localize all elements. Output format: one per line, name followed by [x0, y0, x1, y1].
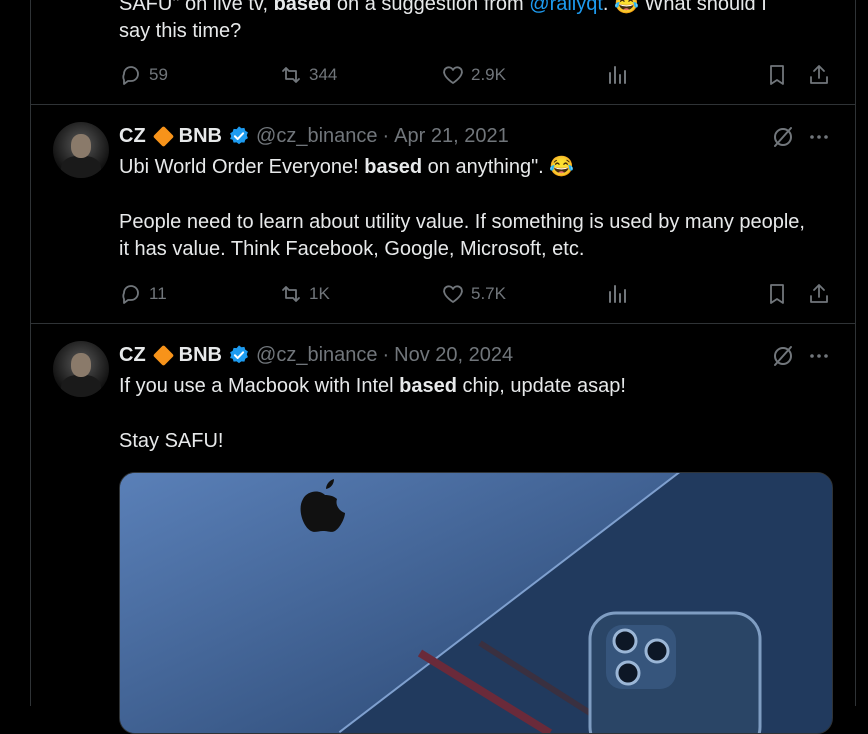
tweet-actions: 11 1K 5.7K	[119, 281, 833, 307]
like-button[interactable]: 2.9K	[441, 62, 506, 88]
macbook-iphone-photo	[120, 473, 832, 733]
more-options-icon[interactable]	[807, 344, 831, 368]
timeline-column: SAFU" on live tv, based on a suggestion …	[30, 0, 856, 734]
tweet-header: CZ BNB @cz_binance · Nov 20, 2024	[119, 341, 513, 369]
like-button[interactable]: 5.7K	[441, 281, 506, 307]
retweet-icon	[282, 286, 300, 302]
heart-icon	[443, 285, 463, 303]
views-icon	[609, 66, 626, 84]
share-button[interactable]	[807, 281, 831, 307]
diamond-emoji-icon	[152, 125, 174, 147]
reply-button[interactable]: 11	[119, 281, 167, 307]
tweet-actions: 59 344 2.9K	[119, 62, 833, 88]
share-icon	[810, 284, 828, 303]
verified-badge-icon	[230, 345, 248, 364]
retweet-count: 1K	[309, 284, 330, 303]
separator-dot: ·	[382, 124, 390, 147]
author-handle[interactable]: @cz_binance	[256, 125, 377, 148]
tweet-text: Ubi World Order Everyone! based on anyth…	[119, 156, 575, 178]
author-name[interactable]: CZ	[119, 344, 146, 367]
reply-button[interactable]: 59	[119, 62, 168, 88]
retweet-icon	[282, 67, 300, 83]
bookmark-icon	[770, 65, 784, 85]
like-count: 2.9K	[471, 65, 506, 84]
separator-dot: ·	[382, 343, 390, 366]
bookmark-button[interactable]	[765, 62, 789, 88]
views-icon	[609, 285, 626, 303]
tweet-header: CZ BNB @cz_binance · Apr 21, 2021	[119, 122, 509, 150]
grok-icon[interactable]	[771, 344, 795, 368]
tweet-media-image[interactable]	[119, 472, 833, 734]
avatar[interactable]	[53, 341, 109, 397]
retweet-button[interactable]: 1K	[279, 281, 330, 307]
tweet-date[interactable]: Nov 20, 2024	[394, 344, 513, 367]
share-icon	[810, 65, 828, 84]
reply-icon	[122, 285, 139, 304]
tweet-date[interactable]: Apr 21, 2021	[394, 125, 509, 148]
tweet-text: SAFU" on live tv, based on a suggestion …	[119, 0, 809, 45]
avatar[interactable]	[53, 122, 109, 178]
divider	[31, 104, 855, 105]
retweet-count: 344	[309, 65, 338, 84]
bookmark-icon	[770, 284, 784, 304]
divider	[31, 323, 855, 324]
author-name-suffix[interactable]: BNB	[179, 344, 222, 367]
author-name-suffix[interactable]: BNB	[179, 125, 222, 148]
like-count: 5.7K	[471, 284, 506, 303]
views-button[interactable]	[605, 62, 629, 88]
diamond-emoji-icon	[152, 344, 174, 366]
reply-icon	[122, 66, 139, 85]
tweet-text: If you use a Macbook with Intel based ch…	[119, 375, 626, 397]
tweet-text-paragraph: People need to learn about utility value…	[119, 211, 811, 260]
grok-icon[interactable]	[771, 125, 795, 149]
author-handle[interactable]: @cz_binance	[256, 344, 377, 367]
author-name[interactable]: CZ	[119, 125, 146, 148]
bookmark-button[interactable]	[765, 281, 789, 307]
verified-badge-icon	[230, 126, 248, 145]
more-options-icon[interactable]	[807, 125, 831, 149]
tweet-text-paragraph: Stay SAFU!	[119, 430, 224, 452]
heart-icon	[443, 66, 463, 84]
reply-count: 59	[149, 65, 168, 84]
reply-count: 11	[149, 284, 167, 303]
mention-link[interactable]: @rallyqt	[529, 0, 603, 15]
views-button[interactable]	[605, 281, 629, 307]
retweet-button[interactable]: 344	[279, 62, 337, 88]
share-button[interactable]	[807, 62, 831, 88]
